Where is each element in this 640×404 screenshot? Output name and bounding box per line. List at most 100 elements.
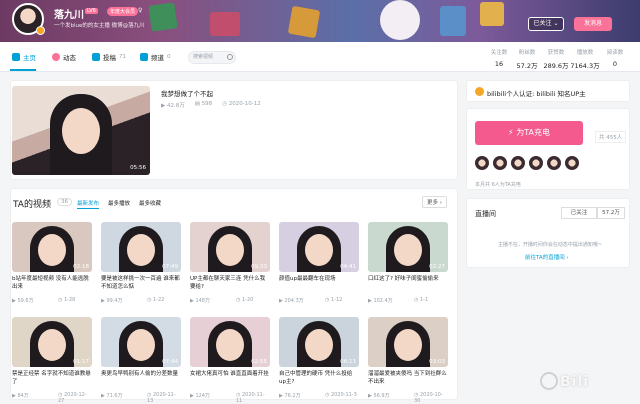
video-title[interactable]: 女裙大佬真可怕 谁直直面着开挂 xyxy=(190,371,270,379)
video-title[interactable]: 要是被这样挑一次一百遍 谁来都不知道怎么惦 xyxy=(101,276,181,291)
thumbnail-face xyxy=(127,234,155,266)
play-count: 204.3万 xyxy=(284,298,304,304)
upload-date: ◷ 2020-10-30 xyxy=(414,392,448,404)
home-icon xyxy=(12,53,20,61)
search-icon[interactable] xyxy=(227,54,233,60)
video-duration: 01:17 xyxy=(73,359,89,365)
video-thumbnail[interactable]: 06:13 xyxy=(279,317,359,367)
signature: 一个发blue的的女主播 微博@落九川 xyxy=(54,23,145,29)
video-title[interactable]: 溜溜最爱被夹傻吗 当下到社群么不出来 xyxy=(368,371,448,386)
supporter-avatar[interactable] xyxy=(493,156,507,170)
video-meta: ▶ 76.2万 ◷ 2020-11-3 xyxy=(279,392,359,399)
thumbnail-face xyxy=(38,329,66,361)
upload-date-value: 1-22 xyxy=(152,297,165,303)
tab-dynamic[interactable]: 动态 xyxy=(52,52,76,62)
video-duration: 04:41 xyxy=(340,264,356,270)
masterpiece-card[interactable]: 05:56 我梦想做了个不起 ▶ 42.8万 ▤ 598 ◷ 2020-10-1… xyxy=(10,80,458,180)
supporter-avatar[interactable] xyxy=(511,156,525,170)
video-duration: 06:13 xyxy=(340,359,356,365)
video-meta: ▶ 56.9万 ◷ 2020-10-30 xyxy=(368,392,448,404)
video-thumbnail[interactable]: 02:55 xyxy=(190,317,270,367)
mascot-decoration xyxy=(380,0,420,40)
video-title[interactable]: 禁是正经禁 名字就不知道谁教悬了 xyxy=(12,371,92,386)
video-thumbnail[interactable]: 02:18 xyxy=(12,222,92,272)
follow-button[interactable]: 已关注 ⌄ xyxy=(528,17,564,31)
upload-date: ◷ 1-1 xyxy=(414,297,428,303)
supporter-avatar[interactable] xyxy=(547,156,561,170)
video-meta: ▶ 148万 ◷ 1-20 xyxy=(190,297,270,304)
video-thumbnail[interactable]: 04:41 xyxy=(279,222,359,272)
video-thumbnail[interactable]: 01:17 xyxy=(12,317,92,367)
charge-button[interactable]: ⚡ 为TA充电 xyxy=(475,121,583,145)
upload-date-value: 1-28 xyxy=(63,297,76,303)
video-meta: ▶ 59.6万 ◷ 1-28 xyxy=(12,297,92,304)
gift-box-decoration xyxy=(287,5,321,39)
play-count: 76.2万 xyxy=(284,393,301,399)
sort-most-played[interactable]: 最多播放 xyxy=(108,199,130,207)
vip-badge[interactable]: 年度大会员 xyxy=(107,7,139,16)
video-thumbnail[interactable]: 07:44 xyxy=(101,317,181,367)
video-thumbnail[interactable]: 09:33 xyxy=(190,222,270,272)
upload-date: ◷ 1-28 xyxy=(58,297,75,303)
message-button[interactable]: 发消息 xyxy=(574,17,612,31)
sort-most-favorited[interactable]: 最多收藏 xyxy=(139,199,161,207)
thumbnail-face xyxy=(305,329,333,361)
gift-box-decoration xyxy=(480,2,504,26)
thumbnail-face xyxy=(38,234,66,266)
upload-date-value: 2020-11-3 xyxy=(330,392,357,398)
gift-box-decoration xyxy=(440,6,466,36)
tab-label: 动态 xyxy=(63,54,76,62)
tab-label: 主页 xyxy=(23,54,36,62)
video-duration: 02:27 xyxy=(429,264,445,270)
video-title[interactable]: 口红这了? 好味子闺蜜偷偷来 xyxy=(368,276,448,284)
upload-icon xyxy=(92,53,100,61)
play-count: 59.6万 xyxy=(17,298,34,304)
supporter-avatar[interactable] xyxy=(475,156,489,170)
upload-date: ◷ 2020-11-11 xyxy=(236,392,270,404)
video-title[interactable]: UP主都在聊天家三连 凭什么我要给? xyxy=(190,276,270,291)
video-thumbnail[interactable]: 03:03 xyxy=(368,317,448,367)
charge-count: 共 455人 xyxy=(595,131,627,143)
video-count: 36 xyxy=(57,198,72,206)
play-count: ▶ 42.8万 xyxy=(161,101,185,109)
live-title: 直播间 xyxy=(475,210,496,218)
stat-value: 0 xyxy=(612,60,618,68)
video-meta: ▶ 42.8万 ▤ 598 ◷ 2020-10-12 xyxy=(161,101,261,109)
video-meta: ▶ 84万 ◷ 2020-12-27 xyxy=(12,392,92,404)
verification-card: bilibili个人认证: bilibili 知名UP主 xyxy=(466,80,630,102)
video-duration: 02:18 xyxy=(73,264,89,270)
thumbnail-face xyxy=(216,329,244,361)
username: 落九川 xyxy=(54,10,84,21)
charge-note: 本月共 6人为TA充电 xyxy=(475,182,521,188)
upload-date-value: 1-12 xyxy=(330,297,343,303)
video-title[interactable]: 奥更鸟早鸭别有人偷的分差数量 xyxy=(101,371,181,379)
video-title[interactable]: b站年度最短视频 没有人能逃脱出来 xyxy=(12,276,92,291)
dynamic-icon xyxy=(52,53,60,61)
supporter-avatar[interactable] xyxy=(565,156,579,170)
video-thumbnail[interactable]: 02:27 xyxy=(368,222,448,272)
video-thumbnail[interactable]: 05:56 xyxy=(12,86,150,175)
live-room-link[interactable]: 前往TA的直播间 › xyxy=(525,253,569,261)
gift-box-decoration xyxy=(148,2,178,32)
stat-label: 阅读数 xyxy=(606,50,624,56)
watermark-logo-icon xyxy=(540,372,558,390)
video-meta: ▶ 99.4万 ◷ 1-22 xyxy=(101,297,181,304)
live-follow-button[interactable]: 已关注 xyxy=(561,207,597,219)
tab-upload[interactable]: 投稿 71 xyxy=(92,52,126,62)
video-title[interactable]: 我梦想做了个不起 xyxy=(161,88,213,98)
tab-home[interactable]: 主页 xyxy=(12,52,36,62)
videos-section: TA的视频 36 最新发布 最多播放 最多收藏 更多 › 02:18 b站年度最短… xyxy=(10,188,458,404)
tab-channel[interactable]: 频道 0 xyxy=(140,52,171,62)
supporter-avatar[interactable] xyxy=(529,156,543,170)
sort-latest[interactable]: 最新发布 xyxy=(77,199,99,207)
upload-date: ◷ 1-12 xyxy=(325,297,342,303)
video-title[interactable]: 颜值up最最翻车在现场 xyxy=(279,276,359,284)
danmaku-icon: ▤ xyxy=(194,101,202,107)
video-title[interactable]: 自己中管理的硬币 凭什么投给up主? xyxy=(279,371,359,386)
play-count-value: 42.8万 xyxy=(166,103,185,109)
video-thumbnail[interactable]: 07:49 xyxy=(101,222,181,272)
video-duration: 05:56 xyxy=(130,165,146,171)
more-button[interactable]: 更多 › xyxy=(422,196,447,208)
section-title: TA的视频 xyxy=(13,200,51,210)
video-meta: ▶ 204.3万 ◷ 1-12 xyxy=(279,297,359,304)
